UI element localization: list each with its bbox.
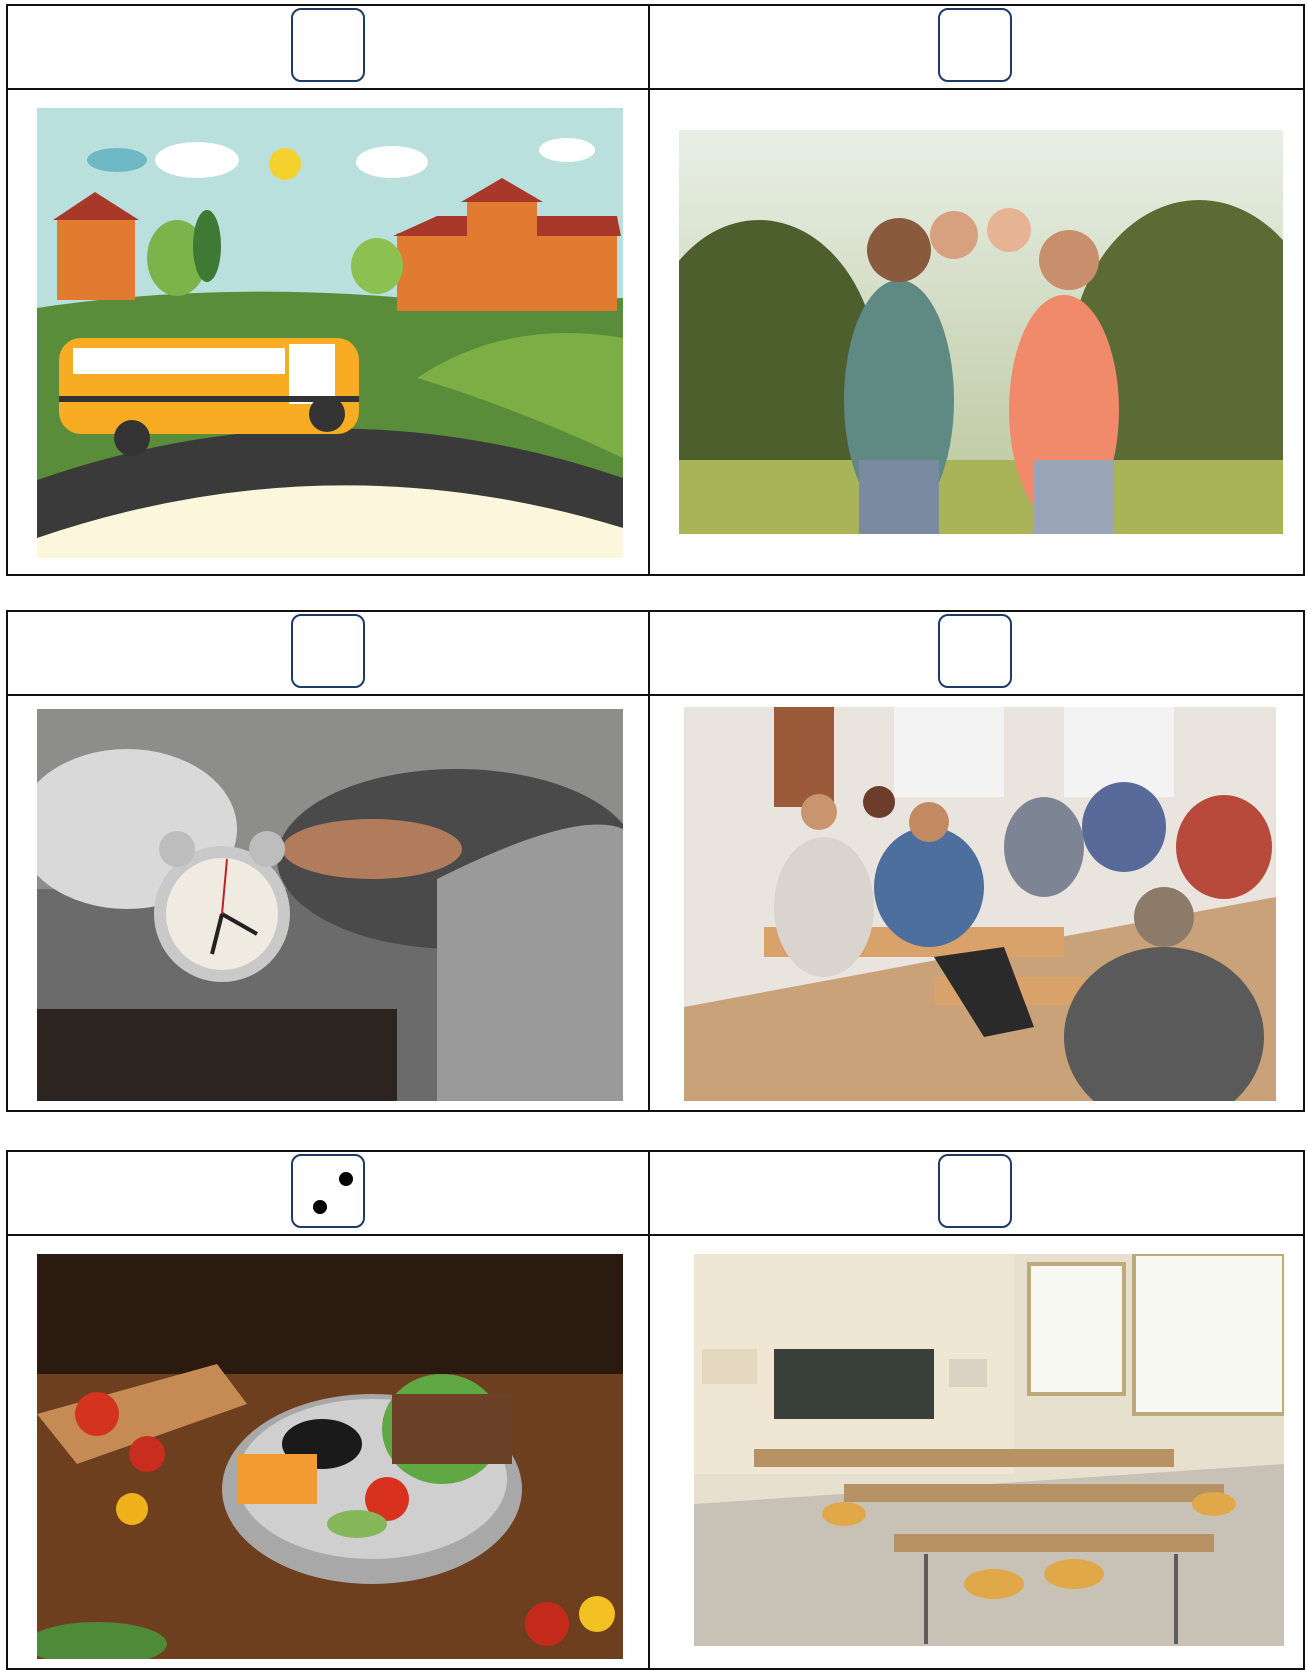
- column-divider: [648, 1152, 650, 1668]
- card-header-row: [8, 6, 1303, 90]
- dice-box-empty[interactable]: [938, 614, 1012, 688]
- dice-pip: [339, 1172, 353, 1186]
- column-divider: [648, 612, 650, 1110]
- school-bus-illustration: [37, 108, 623, 558]
- card-header-row: [8, 612, 1303, 696]
- card-row-2: [6, 610, 1305, 1112]
- lunchbox-photo: [37, 1254, 623, 1659]
- dice-box-empty[interactable]: [938, 1154, 1012, 1228]
- card-header-row: [8, 1152, 1303, 1236]
- column-divider: [648, 6, 650, 574]
- dice-pip: [313, 1200, 327, 1214]
- card-row-3: [6, 1150, 1305, 1670]
- family-piggyback-photo: [679, 130, 1283, 534]
- students-in-classroom-photo: [684, 707, 1276, 1101]
- dice-box-empty[interactable]: [291, 614, 365, 688]
- alarm-clock-photo: [37, 709, 623, 1101]
- dice-box-two[interactable]: [291, 1154, 365, 1228]
- dice-box-empty[interactable]: [938, 8, 1012, 82]
- empty-classroom-photo: [694, 1254, 1284, 1646]
- dice-box-empty[interactable]: [291, 8, 365, 82]
- card-row-1: [6, 4, 1305, 576]
